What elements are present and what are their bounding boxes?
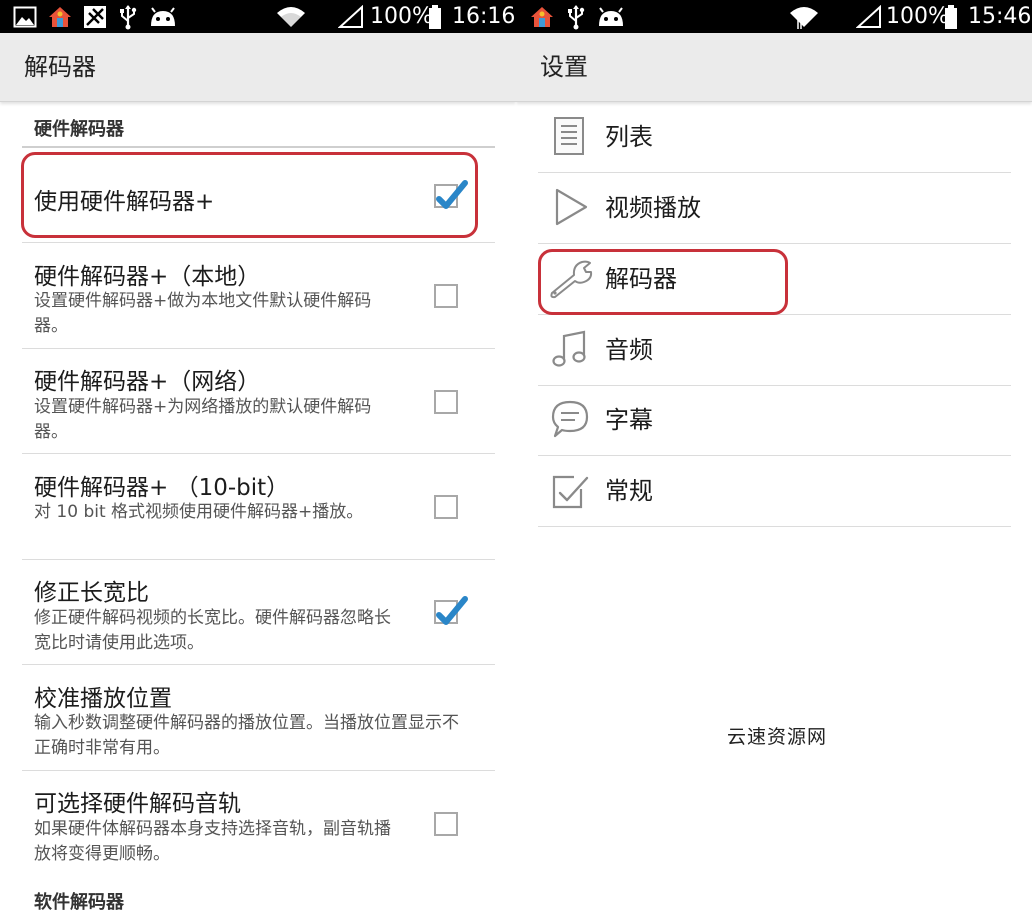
action-bar: 解码器 bbox=[0, 33, 516, 102]
battery-percent: 100% bbox=[886, 4, 949, 29]
settings-item-subtitles[interactable]: 字幕 bbox=[538, 385, 1011, 456]
pref-summary: 设置硬件解码器+做为本地文件默认硬件解码器。 bbox=[34, 291, 372, 336]
pref-hw-decoder-10bit[interactable]: 硬件解码器+ （10-bit） 对 10 bit 格式视频使用硬件解码器+播放。 bbox=[22, 454, 495, 560]
section-header-hardware: 硬件解码器 bbox=[34, 119, 124, 140]
pref-summary: 如果硬件体解码器本身支持选择音轨，副音轨播放将变得更顺畅。 bbox=[34, 819, 391, 864]
settings-item-label: 视频播放 bbox=[605, 194, 701, 222]
pref-title: 修正长宽比 bbox=[34, 580, 149, 606]
android-debug-icon bbox=[148, 4, 178, 30]
app-home-icon bbox=[528, 4, 556, 30]
watermark-text: 云速资源网 bbox=[727, 726, 828, 748]
pref-calibrate-position[interactable]: 校准播放位置 输入秒数调整硬件解码器的播放位置。当播放位置显示不正确时非常有用。 bbox=[22, 665, 495, 771]
pref-fix-aspect-ratio[interactable]: 修正长宽比 修正硬件解码视频的长宽比。硬件解码器忽略长宽比时请使用此选项。 bbox=[22, 560, 495, 665]
settings-item-audio[interactable]: 音频 bbox=[538, 315, 1011, 386]
divider bbox=[538, 526, 1011, 527]
gallery-icon bbox=[12, 4, 38, 30]
settings-screen: 100% 15:46 设置 列表 视频播放 解码器 音频 字幕 常规 云速资源网 bbox=[516, 0, 1032, 917]
checkbox-icon bbox=[550, 469, 590, 511]
pref-title: 校准播放位置 bbox=[34, 686, 172, 712]
usb-icon bbox=[566, 4, 586, 30]
settings-item-label: 常规 bbox=[605, 477, 653, 505]
pref-title: 可选择硬件解码音轨 bbox=[34, 791, 241, 817]
action-bar: 设置 bbox=[516, 33, 1032, 102]
notification-app-icon bbox=[82, 4, 108, 30]
checkbox-unchecked[interactable] bbox=[434, 812, 458, 836]
pref-summary: 对 10 bit 格式视频使用硬件解码器+播放。 bbox=[34, 502, 364, 522]
signal-icon bbox=[856, 4, 882, 30]
checkbox-unchecked[interactable] bbox=[434, 495, 458, 519]
battery-percent: 100% bbox=[370, 4, 433, 29]
speech-bubble-icon bbox=[550, 398, 590, 440]
settings-item-list[interactable]: 列表 bbox=[538, 102, 1011, 173]
usb-icon bbox=[118, 4, 138, 30]
pref-title: 硬件解码器+ （10-bit） bbox=[34, 475, 290, 501]
pref-summary: 设置硬件解码器+为网络播放的默认硬件解码器。 bbox=[34, 397, 372, 442]
settings-item-label: 列表 bbox=[605, 123, 653, 151]
status-bar: 100% 16:16 bbox=[0, 0, 516, 33]
settings-item-label: 字幕 bbox=[605, 406, 653, 434]
section-divider bbox=[22, 146, 495, 148]
settings-item-general[interactable]: 常规 bbox=[538, 456, 1011, 527]
clock: 16:16 bbox=[452, 4, 516, 29]
pref-summary: 输入秒数调整硬件解码器的播放位置。当播放位置显示不正确时非常有用。 bbox=[34, 713, 459, 758]
app-home-icon bbox=[46, 4, 74, 30]
pref-title: 硬件解码器+（本地） bbox=[34, 264, 261, 290]
settings-item-video-playback[interactable]: 视频播放 bbox=[538, 173, 1011, 244]
battery-icon bbox=[428, 4, 442, 30]
clock: 15:46 bbox=[968, 4, 1032, 29]
music-note-icon bbox=[550, 328, 590, 370]
checkbox-checked[interactable] bbox=[434, 596, 468, 625]
list-icon bbox=[550, 115, 590, 157]
wifi-icon bbox=[276, 4, 306, 30]
highlight-outline bbox=[538, 249, 788, 315]
decoder-settings-screen: 100% 16:16 解码器 硬件解码器 使用硬件解码器+ 硬件解码器+（本地）… bbox=[0, 0, 516, 917]
signal-icon bbox=[338, 4, 364, 30]
status-bar: 100% 15:46 bbox=[516, 0, 1032, 33]
page-title: 设置 bbox=[540, 53, 588, 81]
play-icon bbox=[550, 186, 590, 228]
pref-hw-decoder-network[interactable]: 硬件解码器+（网络） 设置硬件解码器+为网络播放的默认硬件解码器。 bbox=[22, 349, 495, 454]
pref-selectable-hw-audio-track[interactable]: 可选择硬件解码音轨 如果硬件体解码器本身支持选择音轨，副音轨播放将变得更顺畅。 bbox=[22, 771, 495, 876]
pref-hw-decoder-local[interactable]: 硬件解码器+（本地） 设置硬件解码器+做为本地文件默认硬件解码器。 bbox=[22, 243, 495, 349]
settings-item-label: 音频 bbox=[605, 336, 653, 364]
pref-title: 硬件解码器+（网络） bbox=[34, 369, 261, 395]
section-header-software: 软件解码器 bbox=[34, 892, 124, 913]
battery-icon bbox=[944, 4, 958, 30]
pref-summary: 修正硬件解码视频的长宽比。硬件解码器忽略长宽比时请使用此选项。 bbox=[34, 608, 391, 653]
checkmark-icon bbox=[436, 596, 468, 625]
highlight-outline bbox=[21, 152, 478, 238]
checkbox-unchecked[interactable] bbox=[434, 284, 458, 308]
page-title: 解码器 bbox=[24, 53, 96, 81]
wifi-icon bbox=[788, 4, 820, 30]
android-debug-icon bbox=[596, 4, 626, 30]
checkbox-unchecked[interactable] bbox=[434, 390, 458, 414]
